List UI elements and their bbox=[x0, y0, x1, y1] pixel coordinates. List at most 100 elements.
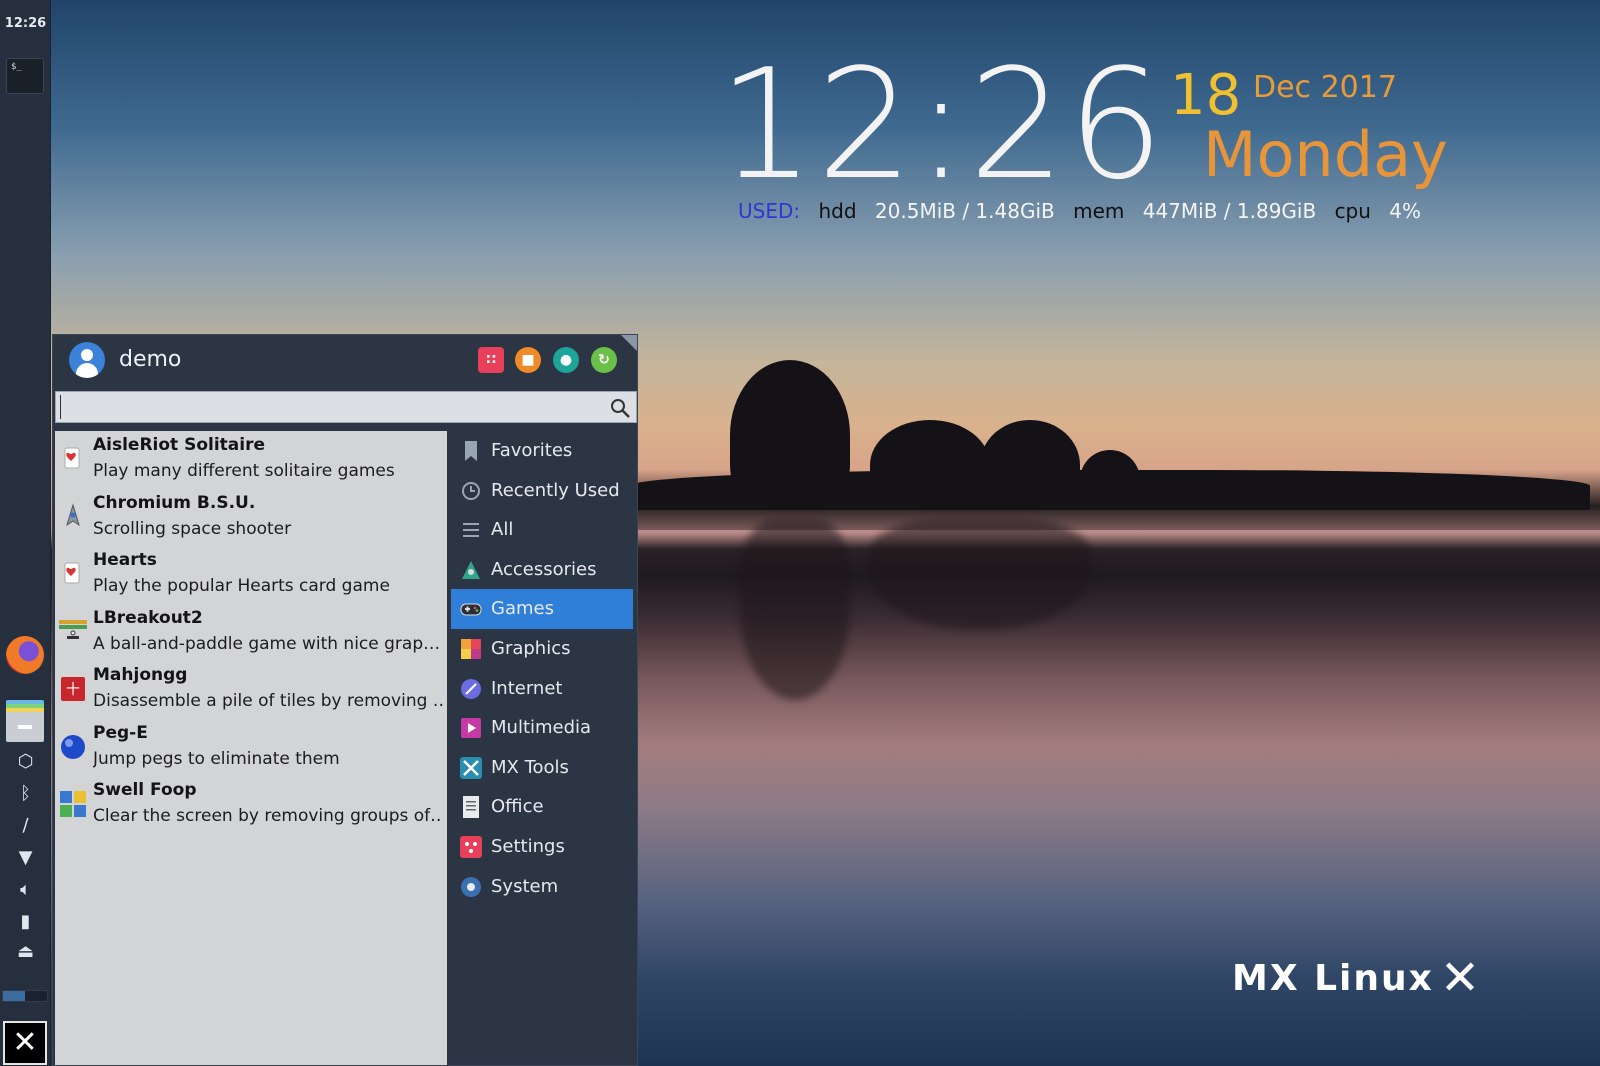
mx-logo-mark-icon: ✕ bbox=[1439, 950, 1483, 1006]
mem-label: mem bbox=[1073, 199, 1125, 223]
terminal-launcher[interactable]: $_ bbox=[6, 58, 44, 94]
logout-button[interactable]: ↻ bbox=[591, 347, 617, 373]
user-avatar-icon bbox=[69, 342, 105, 378]
eject-icon[interactable]: ⏏ bbox=[0, 940, 51, 964]
category-recently-used[interactable]: Recently Used bbox=[451, 471, 633, 511]
category-label: All bbox=[491, 519, 514, 541]
category-label: Favorites bbox=[491, 440, 573, 461]
category-label: System bbox=[491, 875, 559, 897]
document-icon bbox=[459, 795, 483, 819]
app-item[interactable]: Swell Foop Clear the screen by removing g… bbox=[55, 776, 447, 834]
app-item[interactable]: Peg-E Jump pegs to eliminate them bbox=[55, 719, 447, 777]
app-name: Peg-E bbox=[93, 722, 148, 743]
app-item[interactable]: LBreakout2 A ball-and-paddle game with ni… bbox=[55, 604, 447, 662]
list-icon bbox=[459, 518, 483, 542]
app-name: LBreakout2 bbox=[93, 607, 203, 628]
system-icon bbox=[459, 875, 483, 899]
cards-icon bbox=[59, 445, 87, 473]
application-menu: demo ∷ ■ ● ↻ AisleRiot Solitaire Play man… bbox=[52, 334, 638, 1066]
app-list: AisleRiot Solitaire Play many different s… bbox=[55, 431, 447, 1065]
app-name: Chromium B.S.U. bbox=[93, 492, 256, 513]
multimedia-icon bbox=[459, 716, 483, 740]
app-item[interactable]: Hearts Play the popular Hearts card game bbox=[55, 546, 447, 604]
conky-weekday: Monday bbox=[1203, 118, 1448, 191]
app-name: Mahjongg bbox=[93, 665, 188, 685]
settings-icon bbox=[459, 835, 483, 859]
svg-text:十: 十 bbox=[66, 682, 80, 698]
spaceship-icon bbox=[59, 502, 87, 531]
category-label: Recently Used bbox=[491, 479, 620, 501]
category-internet[interactable]: Internet bbox=[451, 669, 633, 709]
shore-silhouette bbox=[630, 470, 1590, 510]
category-multimedia[interactable]: Multimedia bbox=[451, 708, 633, 748]
hdd-value: 20.5MiB / 1.48GiB bbox=[874, 199, 1055, 223]
volume-icon[interactable]: 🔈︎ bbox=[0, 878, 51, 902]
search-icon[interactable] bbox=[608, 396, 632, 420]
tree-reflection bbox=[740, 520, 850, 700]
settings-manager-button[interactable]: ∷ bbox=[478, 347, 504, 373]
app-description: Jump pegs to eliminate them bbox=[93, 748, 340, 769]
mahjongg-icon: 十 bbox=[59, 675, 87, 703]
workspace-active[interactable] bbox=[3, 991, 25, 1001]
app-item[interactable]: AisleRiot Solitaire Play many different s… bbox=[55, 431, 447, 489]
terminal-icon: $_ bbox=[11, 62, 22, 72]
app-name: Swell Foop bbox=[93, 780, 197, 800]
app-item[interactable]: 十 Mahjongg Disassemble a pile of tiles by … bbox=[55, 661, 447, 719]
category-system[interactable]: System bbox=[451, 867, 633, 907]
search-box[interactable] bbox=[55, 391, 637, 423]
bluetooth-icon[interactable]: ᛒ bbox=[0, 782, 51, 806]
bookmark-icon bbox=[459, 439, 483, 463]
category-label: Accessories bbox=[491, 558, 597, 580]
workspace-switcher[interactable] bbox=[2, 990, 48, 1002]
settings-icon: ∷ bbox=[486, 352, 496, 368]
mx-start-icon: ✕ bbox=[12, 1025, 38, 1060]
category-mx-tools[interactable]: MX Tools bbox=[451, 748, 633, 788]
category-label: Multimedia bbox=[491, 717, 592, 739]
cards-icon bbox=[59, 560, 87, 588]
file-manager-icon[interactable] bbox=[6, 700, 44, 742]
category-accessories[interactable]: Accessories bbox=[451, 550, 633, 590]
package-icon[interactable]: ⬡ bbox=[0, 750, 51, 774]
app-description: Play many different solitaire games bbox=[93, 461, 395, 481]
category-label: Settings bbox=[491, 836, 565, 857]
search-input[interactable] bbox=[60, 395, 590, 419]
category-favorites[interactable]: Favorites bbox=[451, 431, 633, 471]
conky-clock: 12:26 bbox=[718, 36, 1167, 213]
side-panel: 12:26 $_ ⬡ ᛒ ∕ ▼ 🔈︎ ▮ ⏏ ✕ bbox=[0, 0, 51, 1066]
resize-handle[interactable] bbox=[621, 335, 637, 351]
switch-user-button[interactable]: ● bbox=[553, 347, 579, 373]
breakout-icon bbox=[59, 618, 87, 646]
category-list: Favorites Recently Used All Accessories Game… bbox=[451, 431, 637, 931]
gamepad-icon bbox=[459, 597, 483, 621]
app-description: Scrolling space shooter bbox=[93, 518, 292, 539]
hdd-label: hdd bbox=[818, 199, 857, 223]
wifi-icon[interactable]: ▼ bbox=[0, 846, 51, 870]
cpu-value: 4% bbox=[1389, 199, 1422, 223]
accessories-icon bbox=[459, 558, 483, 582]
category-graphics[interactable]: Graphics bbox=[451, 629, 633, 669]
category-settings[interactable]: Settings bbox=[451, 827, 633, 867]
app-name: Hearts bbox=[93, 550, 157, 570]
battery-icon[interactable]: ▮ bbox=[0, 910, 51, 934]
username: demo bbox=[119, 347, 182, 372]
panel-clock[interactable]: 12:26 bbox=[0, 16, 51, 31]
swellfoop-icon bbox=[59, 790, 87, 818]
firefox-icon[interactable] bbox=[6, 636, 44, 674]
category-label: Internet bbox=[491, 677, 563, 699]
app-item[interactable]: Chromium B.S.U. Scrolling space shooter bbox=[55, 489, 447, 547]
clock-icon bbox=[459, 479, 483, 503]
lock-icon: ■ bbox=[521, 352, 535, 368]
app-description: A ball-and-paddle game with nice grap… bbox=[93, 633, 441, 654]
menu-start-button[interactable]: ✕ bbox=[3, 1021, 47, 1065]
category-all[interactable]: All bbox=[451, 510, 633, 550]
mx-linux-logo: MX Linux ✕ bbox=[1232, 950, 1482, 1006]
conky-day: 18 bbox=[1170, 63, 1242, 128]
category-games[interactable]: Games bbox=[451, 589, 633, 630]
lock-screen-button[interactable]: ■ bbox=[515, 347, 541, 373]
clip-icon[interactable]: ∕ bbox=[0, 814, 51, 838]
category-label: MX Tools bbox=[491, 756, 569, 778]
menu-header: demo ∷ ■ ● ↻ bbox=[53, 335, 639, 389]
user-icon: ● bbox=[559, 352, 573, 368]
category-office[interactable]: Office bbox=[451, 787, 633, 827]
category-label: Graphics bbox=[491, 638, 571, 659]
